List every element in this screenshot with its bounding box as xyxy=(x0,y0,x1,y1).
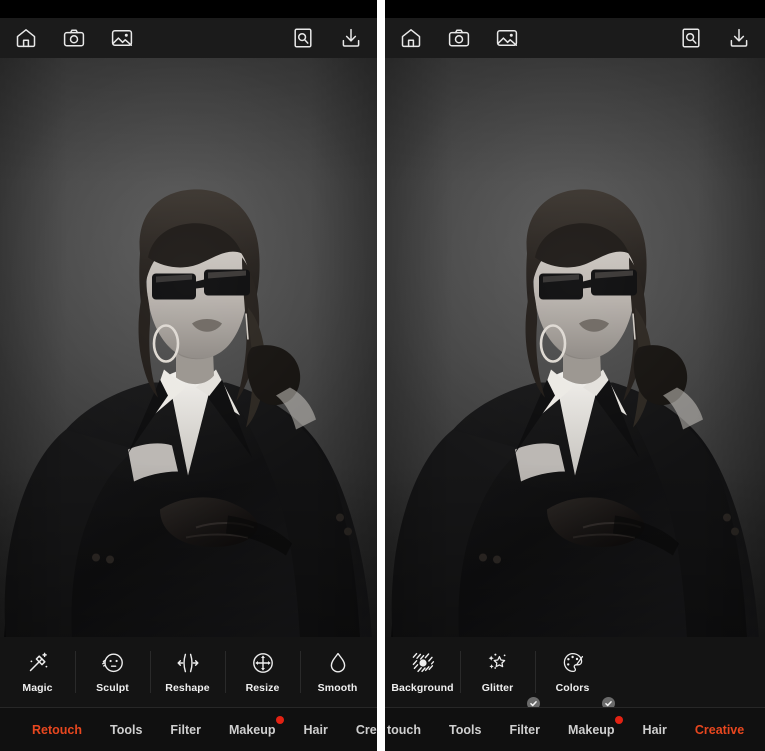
tab-filter[interactable]: Filter xyxy=(495,708,554,751)
tool-glitter[interactable]: Glitter xyxy=(460,637,540,710)
tab-label: Retouch xyxy=(32,722,82,737)
tool-resize[interactable]: Resize xyxy=(225,637,300,707)
tab-tools[interactable]: Tools xyxy=(96,708,156,751)
left-screenshot-panel: Magic Sculpt Reshape Resize Smooth Retou… xyxy=(0,0,377,751)
home-icon[interactable] xyxy=(14,26,38,50)
tool-smooth[interactable]: Smooth xyxy=(300,637,375,707)
status-bar xyxy=(0,0,377,18)
category-tabbar-left[interactable]: Retouch Tools Filter Makeup Hair Creativ… xyxy=(0,707,377,751)
tool-label: Reshape xyxy=(165,682,210,695)
tool-magic[interactable]: Magic xyxy=(0,637,75,707)
tool-label: Sculpt xyxy=(96,682,129,695)
resize-icon xyxy=(250,650,276,676)
status-bar xyxy=(385,0,765,18)
tab-tools[interactable]: Tools xyxy=(435,708,495,751)
gallery-icon[interactable] xyxy=(495,26,519,50)
tab-label: Filter xyxy=(509,722,540,737)
top-toolbar-right xyxy=(385,18,765,58)
tool-label: Background xyxy=(391,682,454,695)
tool-reshape[interactable]: Reshape xyxy=(150,637,225,707)
right-screenshot-panel: Background Glitter Colors touch Tools Fi… xyxy=(385,0,765,751)
download-icon[interactable] xyxy=(727,26,751,50)
panel-divider xyxy=(377,0,385,751)
photo-vignette xyxy=(0,58,377,637)
tab-retouch[interactable]: touch xyxy=(385,708,435,751)
camera-icon[interactable] xyxy=(447,26,471,50)
photo-canvas-left[interactable] xyxy=(0,58,377,637)
tab-makeup[interactable]: Makeup xyxy=(554,708,629,751)
tool-label: Glitter xyxy=(481,682,514,695)
tab-hair[interactable]: Hair xyxy=(629,708,681,751)
tab-label: Hair xyxy=(303,722,328,737)
colors-palette-icon xyxy=(560,650,586,676)
new-badge-dot xyxy=(614,715,623,724)
tab-label: Makeup xyxy=(568,722,615,737)
compare-icon[interactable] xyxy=(679,26,703,50)
tab-label: Hair xyxy=(642,722,667,737)
tab-makeup[interactable]: Makeup xyxy=(215,708,290,751)
magic-wand-icon xyxy=(25,650,51,676)
tab-label: Creative xyxy=(694,722,745,737)
tab-label: Filter xyxy=(170,722,201,737)
tab-retouch[interactable]: Retouch xyxy=(18,708,96,751)
tab-label: Tools xyxy=(449,722,482,737)
gallery-icon[interactable] xyxy=(110,26,134,50)
tool-colors[interactable]: Colors xyxy=(535,637,615,710)
tool-label: Smooth xyxy=(317,682,358,695)
tab-creative[interactable]: Creative xyxy=(342,708,377,751)
tool-label: Magic xyxy=(22,682,53,695)
tool-label: Resize xyxy=(245,682,280,695)
new-badge-dot xyxy=(275,715,284,724)
tools-row-right: Background Glitter Colors xyxy=(385,637,765,710)
tab-hair[interactable]: Hair xyxy=(290,708,342,751)
tab-creative[interactable]: Creative xyxy=(681,708,758,751)
tab-label: Creative xyxy=(355,722,377,737)
camera-icon[interactable] xyxy=(62,26,86,50)
reshape-icon xyxy=(175,650,201,676)
tools-row-left: Magic Sculpt Reshape Resize Smooth xyxy=(0,637,377,707)
face-sculpt-icon xyxy=(100,650,126,676)
category-tabbar-right[interactable]: touch Tools Filter Makeup Hair Creative xyxy=(385,707,765,751)
tab-label: Tools xyxy=(110,722,143,737)
download-icon[interactable] xyxy=(339,26,363,50)
smooth-droplet-icon xyxy=(325,650,351,676)
top-toolbar-left xyxy=(0,18,377,58)
tool-background[interactable]: Background xyxy=(385,637,460,707)
tab-my-kit[interactable]: My Kit xyxy=(758,708,765,751)
tool-label: Colors xyxy=(555,682,590,695)
tab-label: Makeup xyxy=(228,722,276,737)
tool-sculpt[interactable]: Sculpt xyxy=(75,637,150,707)
tab-filter[interactable]: Filter xyxy=(156,708,215,751)
tab-label: touch xyxy=(387,722,422,737)
background-icon xyxy=(410,650,436,676)
home-icon[interactable] xyxy=(399,26,423,50)
compare-icon[interactable] xyxy=(291,26,315,50)
screenshot-pair: Magic Sculpt Reshape Resize Smooth Retou… xyxy=(0,0,765,751)
photo-canvas-right[interactable] xyxy=(385,58,765,637)
photo-vignette xyxy=(385,58,765,637)
glitter-icon xyxy=(485,650,511,676)
